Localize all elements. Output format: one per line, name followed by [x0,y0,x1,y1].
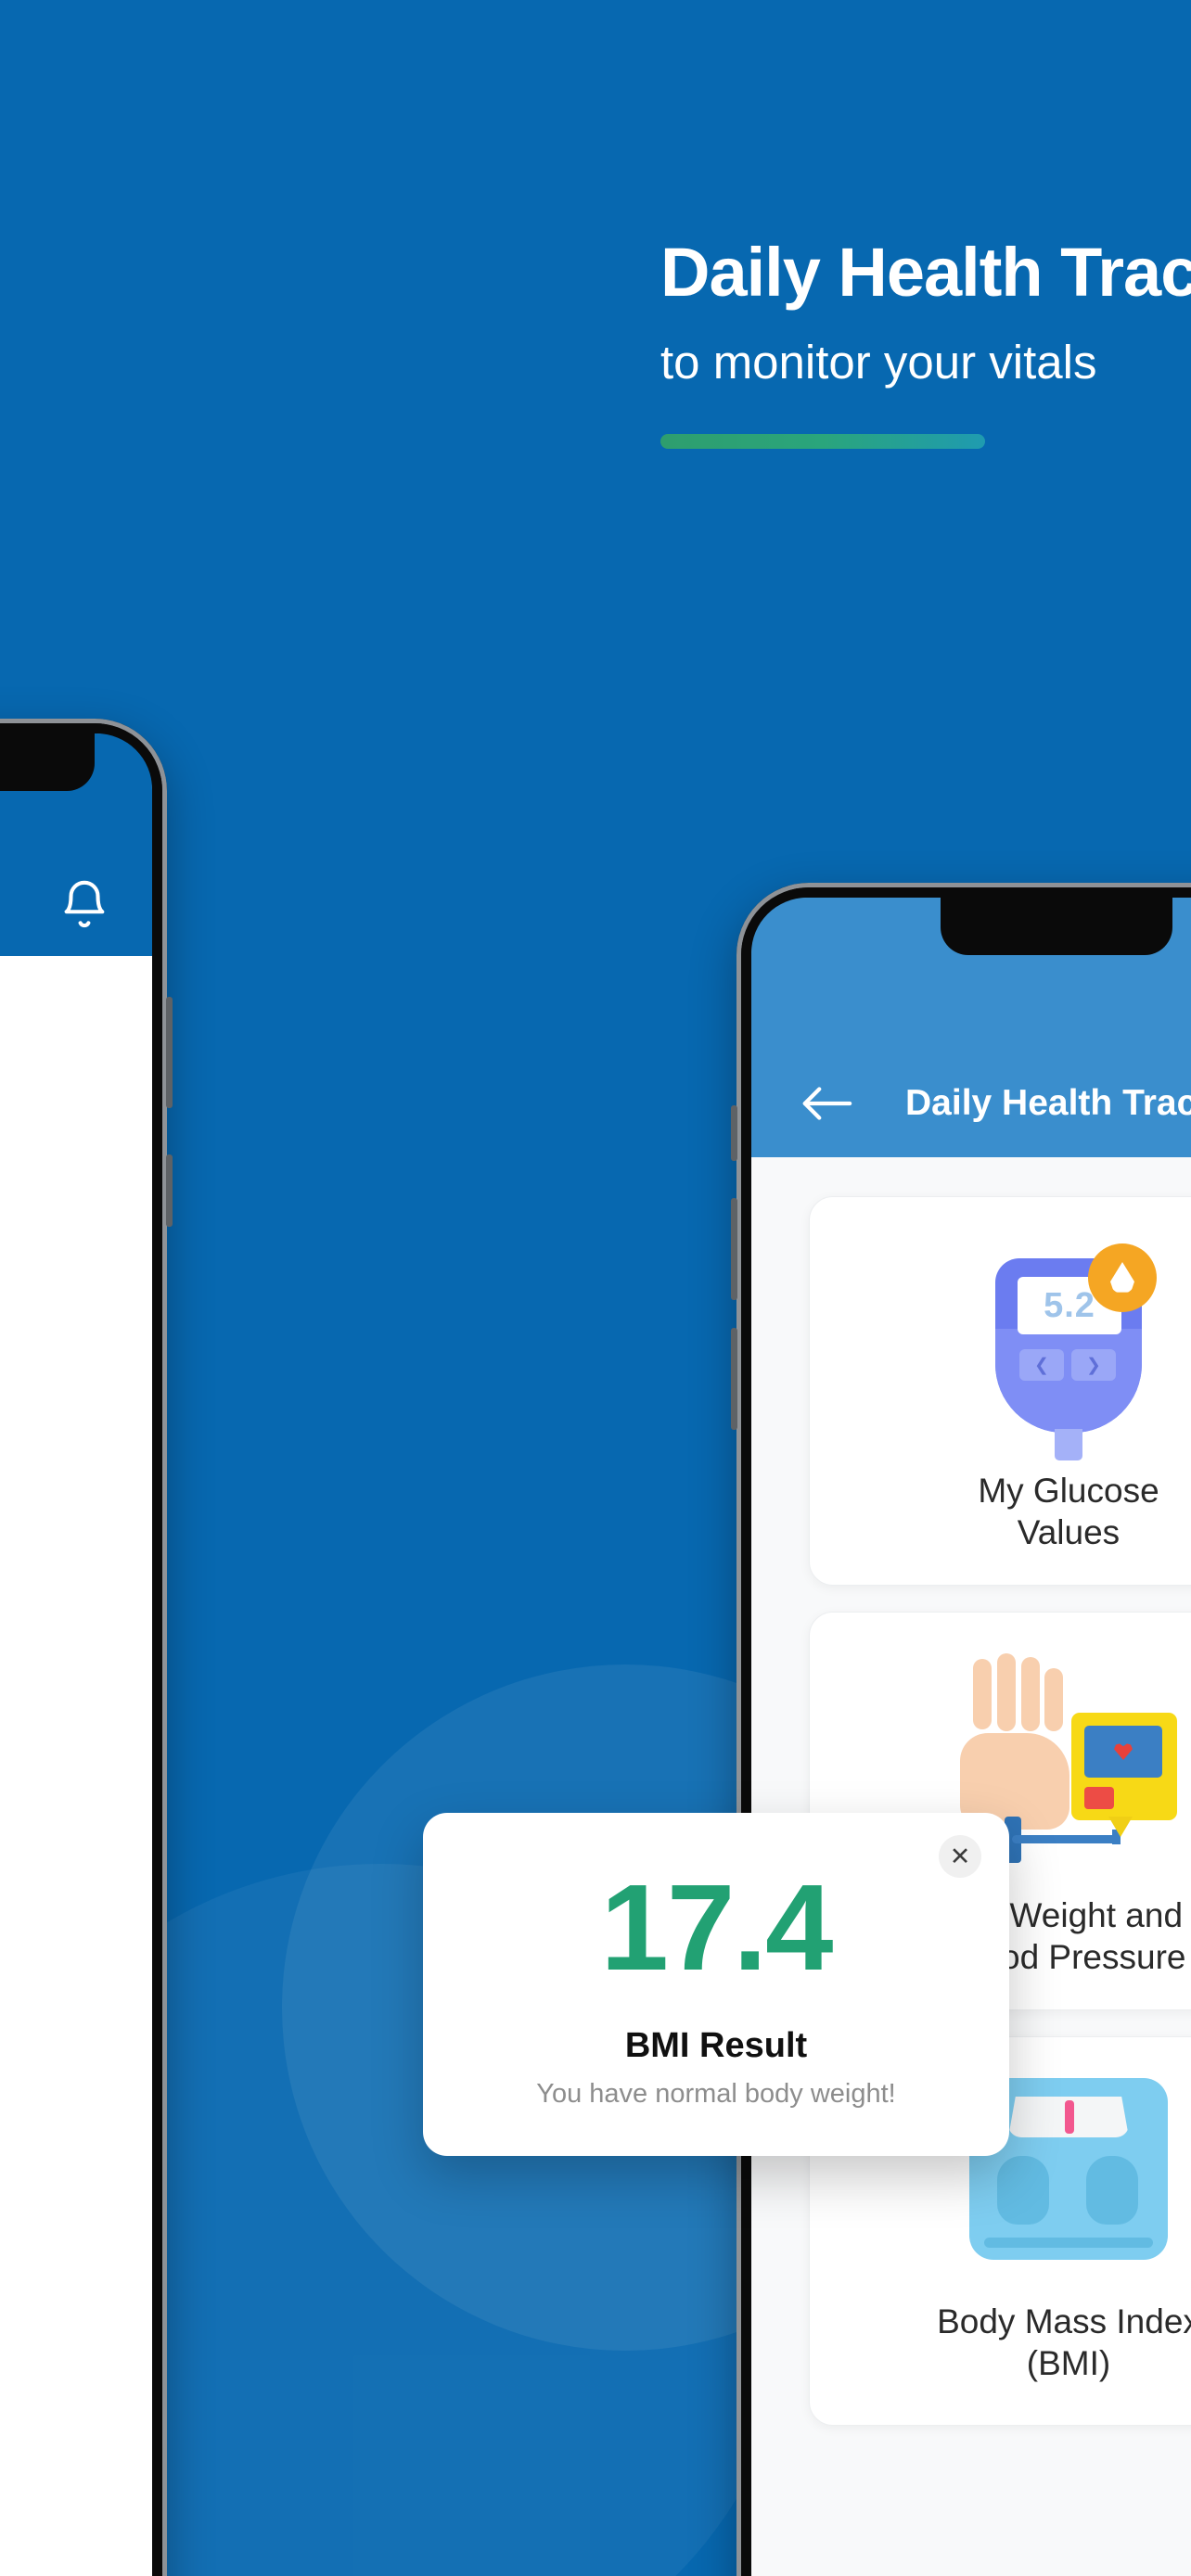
volume-button-left-phone[interactable] [166,1154,173,1227]
left-phone-mockup: Change Upload Prescription & Set Medicin… [0,719,173,2576]
close-icon[interactable]: ✕ [939,1835,981,1878]
bmi-value: 17.4 [600,1859,834,1996]
left-app-body: Change Upload Prescription & Set Medicin… [0,956,152,2576]
bmi-result-title: BMI Result [624,2026,808,2065]
header-nav-row: Daily Health Tracker [800,1083,1191,1124]
arrow-left-icon[interactable] [800,1083,853,1124]
volume-down-button-right-phone[interactable] [731,1328,737,1430]
chevron-left-icon: ❮ [1019,1349,1064,1381]
promo-headline-block: Daily Health Tracker to monitor your vit… [660,236,1191,449]
volume-up-button-right-phone[interactable] [731,1198,737,1300]
blood-drop-icon [1088,1243,1157,1312]
right-phone-screen: Daily Health Tracker 5.2 ❮ ❯ My Gluco [751,898,1191,2576]
notch-left-phone [0,733,95,791]
power-button-left-phone[interactable] [166,997,173,1108]
promo-screenshot-stage: efill Daily Health Tracker to monitor yo… [0,0,1191,2576]
card-my-glucose-values[interactable]: 5.2 ❮ ❯ My Glucose Values [809,1196,1191,1586]
heart-icon [1114,1743,1133,1760]
notch-right-phone [941,898,1172,955]
right-app-title: Daily Health Tracker [905,1083,1191,1123]
page-subtitle: to monitor your vitals [660,335,1097,389]
left-header-icon-group [0,878,111,932]
chevron-right-icon: ❯ [1071,1349,1116,1381]
right-phone-mockup: Daily Health Tracker 5.2 ❮ ❯ My Gluco [731,883,1191,2576]
bmi-result-subtitle: You have normal body weight! [536,2079,896,2109]
bmi-result-modal: ✕ 17.4 BMI Result You have normal body w… [423,1813,1009,2156]
notification-bell-icon[interactable] [58,878,111,932]
card-label-glucose: My Glucose Values [978,1471,1159,1551]
mute-switch-right-phone[interactable] [731,1105,737,1161]
accent-divider-bar [660,433,985,449]
page-title: Daily Health Tracker [660,234,1191,311]
left-phone-screen: Change Upload Prescription & Set Medicin… [0,733,152,2576]
glucose-meter-icon: 5.2 ❮ ❯ [971,1238,1166,1460]
card-label-bmi: Body Mass Index (BMI) [937,2302,1191,2383]
